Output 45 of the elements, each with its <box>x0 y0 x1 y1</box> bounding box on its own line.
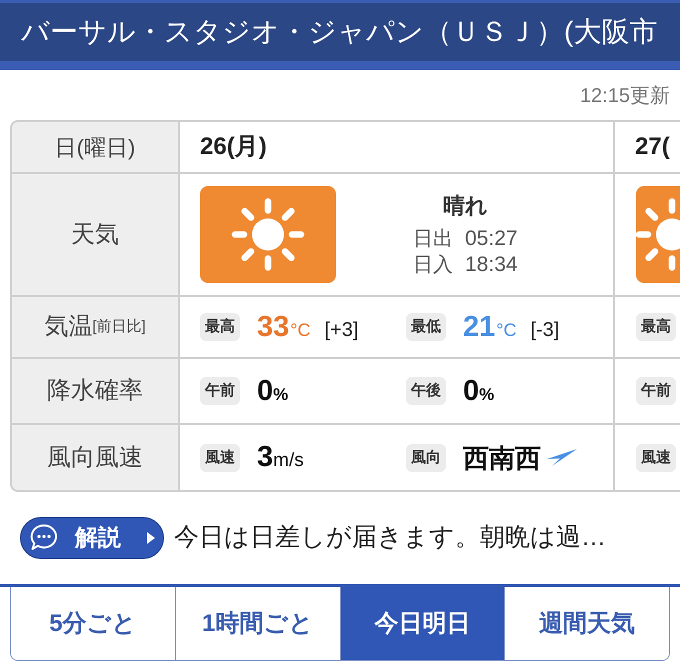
wind-tag: 風速 <box>200 444 240 472</box>
row-label: 気温 <box>44 312 92 342</box>
wind-tag: 風速 <box>636 444 676 472</box>
row-label: 日(曜日) <box>54 134 136 162</box>
day-date: 27( <box>635 132 670 162</box>
period-tag: 午後 <box>406 377 446 405</box>
tab[interactable]: 週間天気 <box>504 587 669 660</box>
commentary-text: 今日は日差しが届きます。朝晩は過… <box>174 522 606 553</box>
caret-icon <box>147 532 155 544</box>
temp-value: 33 <box>257 312 290 342</box>
day-date: 26(月) <box>200 132 267 162</box>
period-tag: 午前 <box>636 377 676 405</box>
page-title: バーサル・スタジオ・ジャパン（ＵＳＪ）(大阪市 <box>21 18 658 46</box>
temp-tag: 最高 <box>200 313 240 341</box>
row-label: 風向風速 <box>47 442 143 472</box>
wind-direction: 西南西 <box>463 444 541 470</box>
tab[interactable]: 今日明日 <box>340 587 504 660</box>
sunset-label: 日入 <box>413 252 453 278</box>
update-time: 12:15更新 <box>580 84 670 109</box>
row-label: 降水確率 <box>47 376 143 406</box>
sunrise-label: 日出 <box>413 226 453 252</box>
precip-value: 0 <box>463 376 480 406</box>
precip-unit: % <box>273 386 288 402</box>
temp-diff: [+3] <box>324 320 358 340</box>
precip-value: 0 <box>257 376 274 406</box>
sunset-time: 18:34 <box>465 252 518 278</box>
arrow-icon <box>547 449 577 466</box>
wind-speed-unit: m/s <box>273 451 304 470</box>
chat-bubble-icon <box>30 524 58 551</box>
row-label-note: [前日比] <box>92 316 146 337</box>
temp-unit: °C <box>496 320 516 338</box>
sunrise-time: 05:27 <box>465 226 518 252</box>
temp-unit: °C <box>290 320 310 338</box>
temp-tag: 最低 <box>406 313 446 341</box>
precip-unit: % <box>479 386 494 402</box>
sun-icon <box>200 186 336 283</box>
weather-label: 晴れ <box>442 192 488 220</box>
row-label: 天気 <box>71 220 119 250</box>
commentary-button[interactable]: 解説 <box>20 516 164 558</box>
wind-tag: 風向 <box>406 444 446 472</box>
temp-value: 21 <box>463 312 496 342</box>
temp-tag: 最高 <box>636 313 676 341</box>
temp-diff: [-3] <box>530 320 560 340</box>
wind-speed-value: 3 <box>257 443 274 472</box>
period-tag: 午前 <box>200 377 240 405</box>
